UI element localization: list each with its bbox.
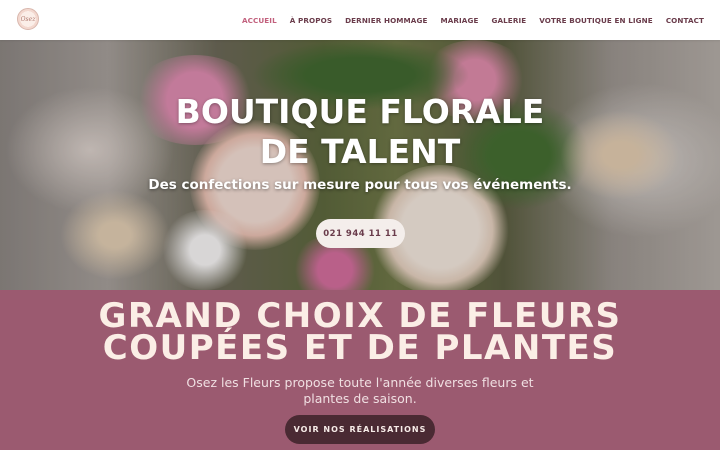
section-title: GRAND CHOIX DE FLEURS COUPÉES ET DE PLAN… bbox=[0, 299, 720, 365]
nav-item-contact[interactable]: CONTACT bbox=[666, 16, 704, 25]
nav-item-accueil[interactable]: ACCUEIL bbox=[242, 16, 277, 25]
choice-section: GRAND CHOIX DE FLEURS COUPÉES ET DE PLAN… bbox=[0, 290, 720, 450]
nav-item-dernier-hommage[interactable]: DERNIER HOMMAGE bbox=[345, 16, 427, 25]
hero-subtitle: Des confections sur mesure pour tous vos… bbox=[148, 177, 572, 193]
logo[interactable]: Osez bbox=[17, 8, 39, 30]
section-text: Osez les Fleurs propose toute l'année di… bbox=[186, 375, 534, 406]
phone-button[interactable]: 021 944 11 11 bbox=[316, 219, 405, 248]
hero-banner: BOUTIQUE FLORALE DE TALENT Des confectio… bbox=[0, 40, 720, 290]
nav-item-boutique-en-ligne[interactable]: VOTRE BOUTIQUE EN LIGNE bbox=[539, 16, 653, 25]
section-title-line2: COUPÉES ET DE PLANTES bbox=[102, 328, 618, 368]
nav-item-galerie[interactable]: GALERIE bbox=[491, 16, 526, 25]
main-nav: ACCUEIL À PROPOS DERNIER HOMMAGE MARIAGE… bbox=[229, 0, 704, 40]
site-header: Osez ACCUEIL À PROPOS DERNIER HOMMAGE MA… bbox=[0, 0, 720, 40]
hero-title: BOUTIQUE FLORALE DE TALENT bbox=[175, 92, 545, 171]
nav-item-a-propos[interactable]: À PROPOS bbox=[290, 16, 332, 25]
logo-text: Osez bbox=[20, 15, 36, 23]
view-work-button[interactable]: VOIR NOS RÉALISATIONS bbox=[285, 415, 435, 444]
nav-item-mariage[interactable]: MARIAGE bbox=[440, 16, 478, 25]
